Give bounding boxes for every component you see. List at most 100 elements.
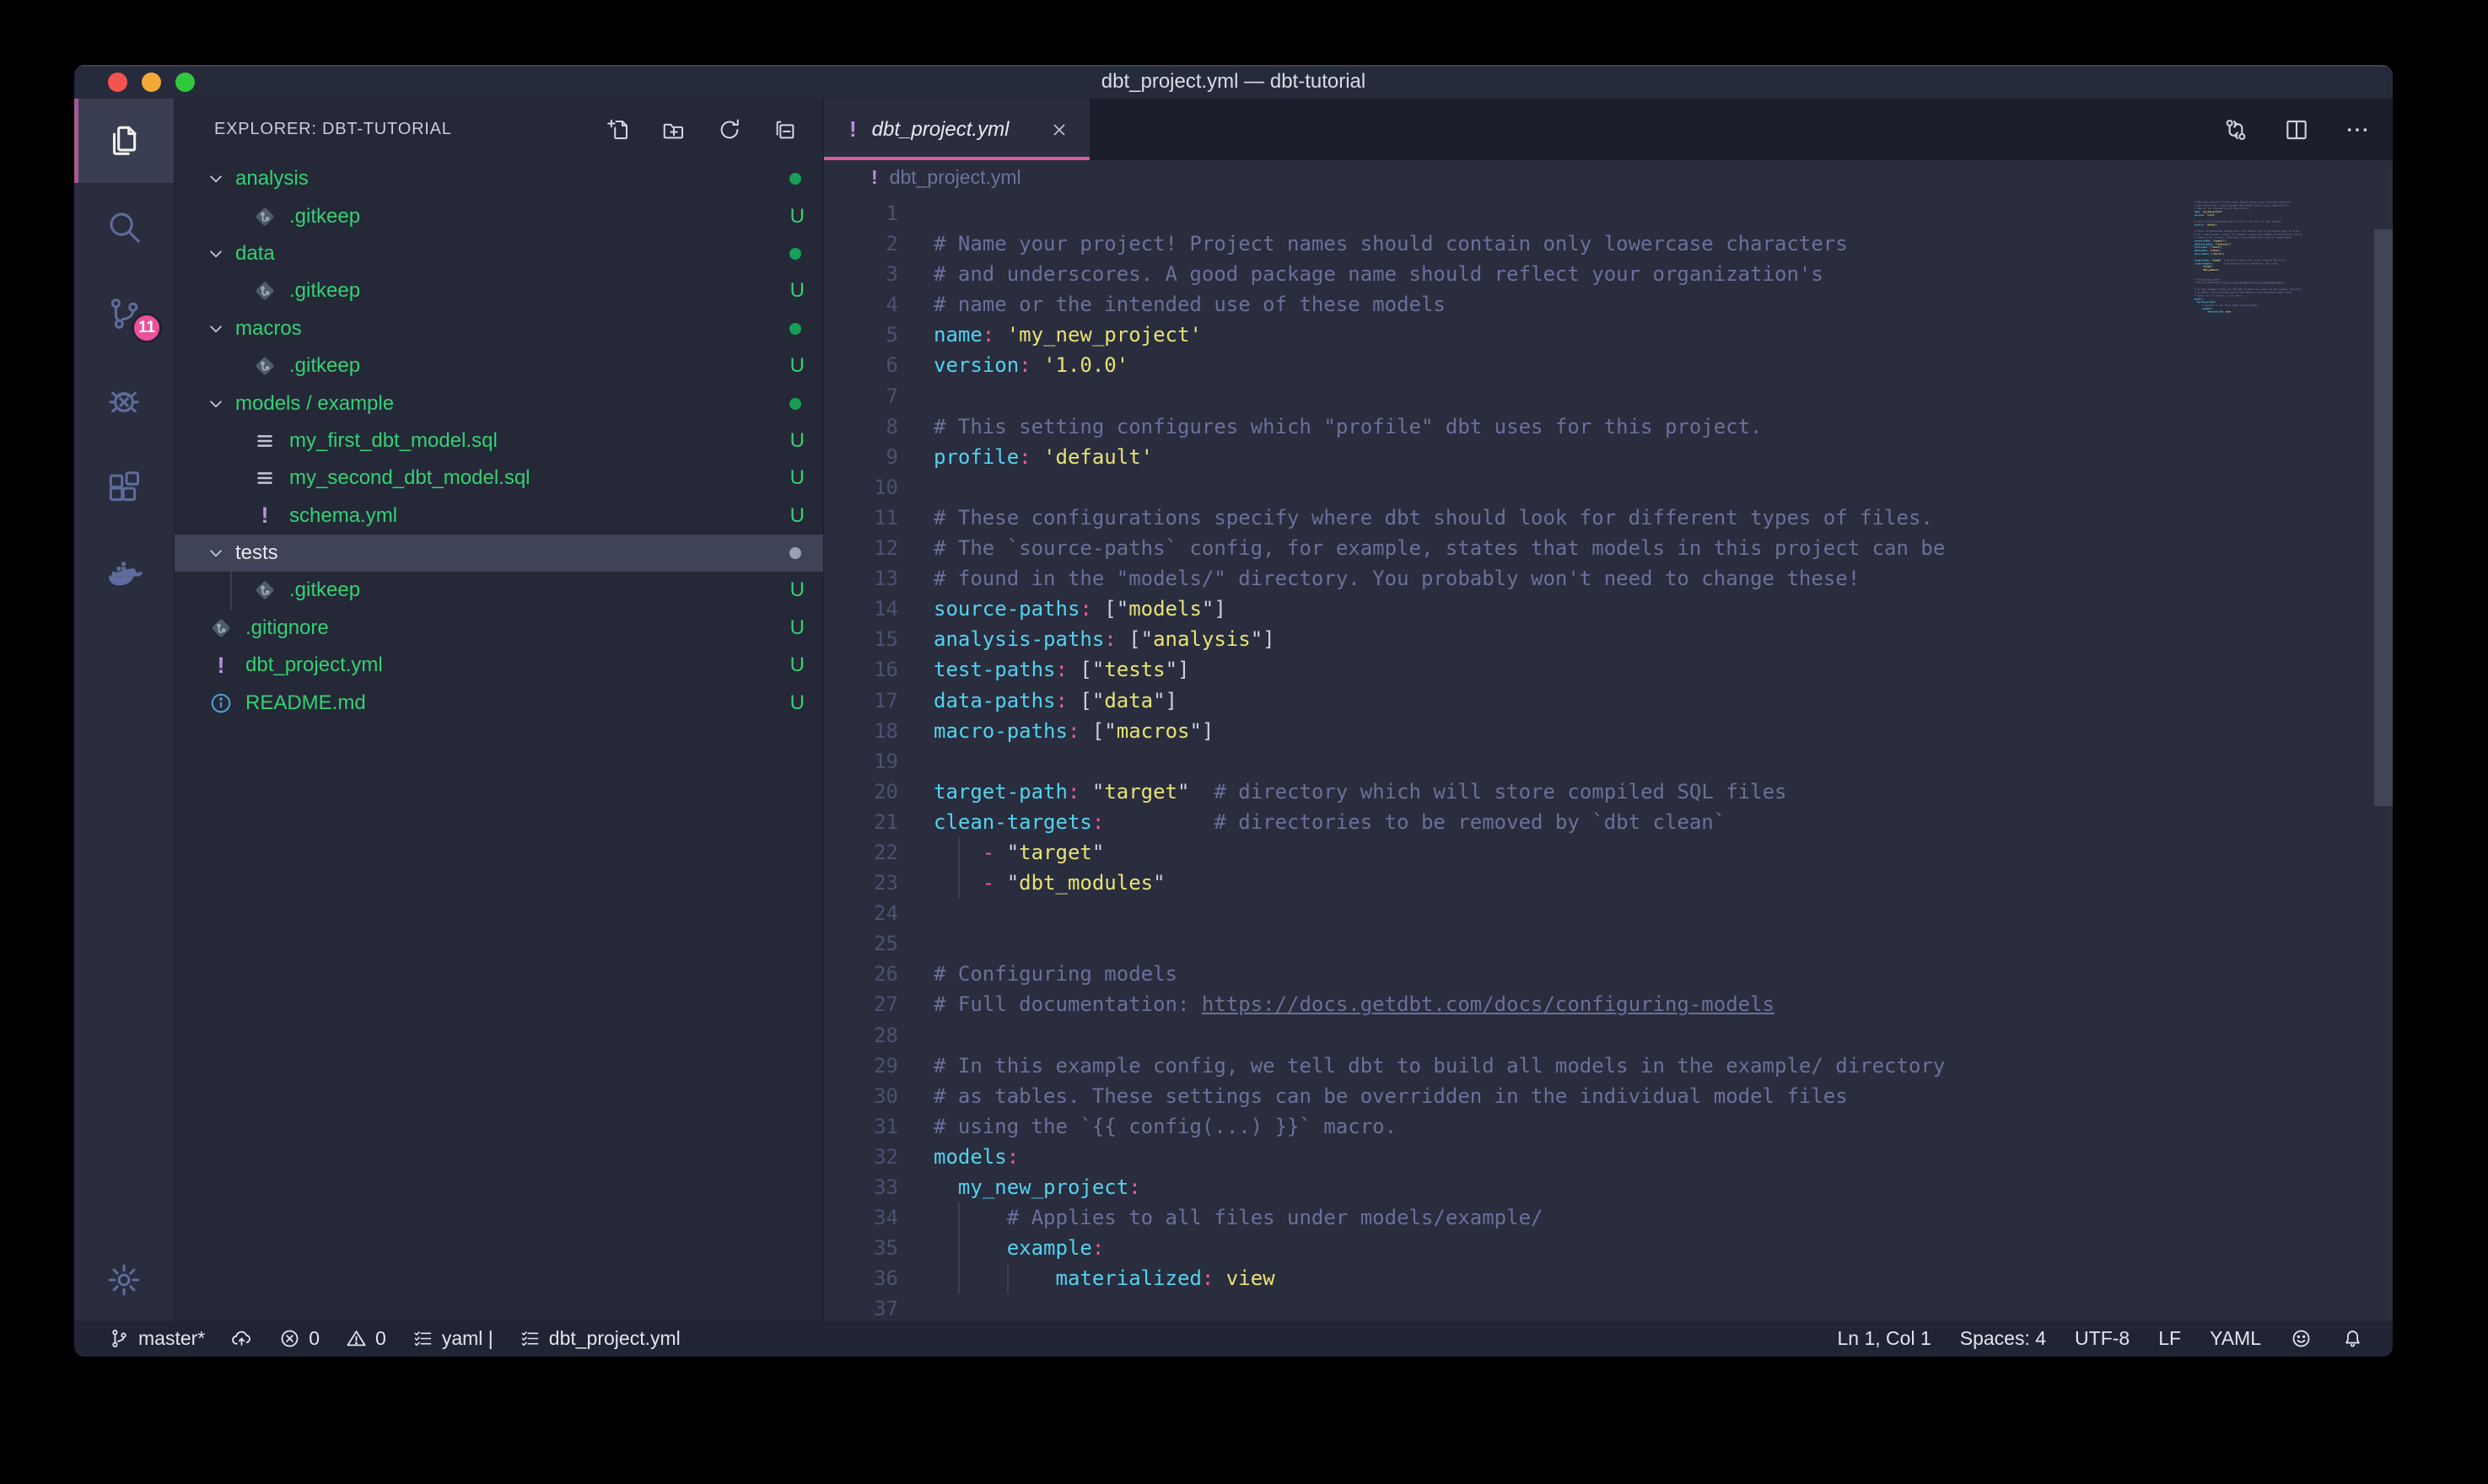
tree-item-schema.yml[interactable]: !schema.ymlU bbox=[175, 497, 823, 535]
tab-dbt-project-yml[interactable]: ! dbt_project.yml bbox=[824, 99, 1090, 160]
tree-item-models-example[interactable]: models / example bbox=[175, 384, 823, 422]
line-number: 37 bbox=[824, 1293, 898, 1320]
code-line-34: 34 # Applies to all files under models/e… bbox=[824, 1202, 2393, 1233]
tree-item-label: .gitkeep bbox=[289, 354, 360, 378]
status-right: Ln 1, Col 1 Spaces: 4 UTF-8 LF YAML bbox=[1838, 1327, 2365, 1350]
tree-item-my-second-dbt-model.sql[interactable]: my_second_dbt_model.sqlU bbox=[175, 460, 823, 497]
line-number: 35 bbox=[824, 1233, 898, 1263]
code-lines: 12 # Name your project! Project names sho… bbox=[824, 198, 2393, 1320]
git-status-dot bbox=[789, 173, 801, 185]
tree-item-tests[interactable]: tests bbox=[175, 535, 823, 572]
refresh-icon[interactable] bbox=[717, 117, 742, 142]
status-encoding[interactable]: UTF-8 bbox=[2075, 1327, 2130, 1350]
tree-item-label: models / example bbox=[235, 392, 394, 416]
tree-item-label: my_first_dbt_model.sql bbox=[289, 429, 498, 453]
tree-item-.gitkeep[interactable]: .gitkeep U bbox=[175, 197, 823, 234]
code-line-3: 3# and underscores. A good package name … bbox=[824, 259, 2393, 289]
tree-item-data[interactable]: data bbox=[175, 235, 823, 272]
chevron-down-icon bbox=[205, 168, 227, 190]
activity-item-explorer[interactable] bbox=[74, 99, 174, 183]
tree-item-readme.md[interactable]: README.mdU bbox=[175, 684, 823, 721]
git-file-icon bbox=[208, 616, 234, 641]
warning-icon bbox=[345, 1327, 368, 1350]
activity-item-docker[interactable] bbox=[74, 530, 174, 617]
line-number: 15 bbox=[824, 624, 898, 654]
status-language-mode-label: YAML bbox=[2210, 1327, 2261, 1350]
status-linter-file[interactable]: dbt_project.yml bbox=[519, 1327, 681, 1350]
line-number: 12 bbox=[824, 533, 898, 563]
tree-item-.gitkeep[interactable]: .gitkeep U bbox=[175, 572, 823, 609]
status-cursor-position[interactable]: Ln 1, Col 1 bbox=[1838, 1327, 1931, 1350]
more-actions-icon[interactable] bbox=[2344, 116, 2371, 143]
line-number: 27 bbox=[824, 989, 898, 1019]
status-linter-yaml[interactable]: yaml | bbox=[412, 1327, 493, 1350]
activity-item-debug[interactable] bbox=[74, 357, 174, 444]
tree-item-analysis[interactable]: analysis bbox=[175, 160, 823, 197]
breadcrumb[interactable]: ! dbt_project.yml bbox=[824, 160, 2393, 194]
code-line-21: 21clean-targets: # directories to be rem… bbox=[824, 807, 2393, 837]
activity-item-search[interactable] bbox=[74, 183, 174, 270]
status-notifications[interactable] bbox=[2341, 1327, 2364, 1350]
tree-item-label: .gitkeep bbox=[289, 578, 360, 602]
status-errors[interactable]: 0 bbox=[278, 1327, 320, 1350]
code-line-13: 13# found in the "models/" directory. Yo… bbox=[824, 563, 2393, 594]
tree-item-.gitkeep[interactable]: .gitkeepU bbox=[175, 347, 823, 384]
split-editor-icon[interactable] bbox=[2283, 116, 2310, 143]
error-icon bbox=[278, 1327, 301, 1350]
vscode-window: dbt_project.yml — dbt-tutorial 11 EXPLOR… bbox=[74, 65, 2393, 1357]
new-file-icon[interactable] bbox=[606, 117, 631, 142]
minimap[interactable]: # Name your project! Project names shoul… bbox=[2195, 197, 2373, 1319]
line-number: 28 bbox=[824, 1020, 898, 1051]
explorer-icon bbox=[105, 121, 143, 160]
tree-item-label: .gitkeep bbox=[289, 205, 360, 229]
status-feedback[interactable] bbox=[2290, 1327, 2313, 1350]
code-line-10: 10 bbox=[824, 472, 2393, 503]
chevron-down-icon bbox=[205, 318, 227, 340]
tree-item-.gitkeep[interactable]: .gitkeepU bbox=[175, 272, 823, 309]
code-line-9: 9profile: 'default' bbox=[824, 442, 2393, 472]
checklist-icon bbox=[519, 1327, 541, 1350]
line-number: 36 bbox=[824, 1263, 898, 1293]
extensions-icon bbox=[105, 468, 143, 507]
line-number: 5 bbox=[824, 320, 898, 350]
status-warnings[interactable]: 0 bbox=[345, 1327, 386, 1350]
vertical-scrollbar[interactable] bbox=[2374, 229, 2393, 806]
explorer-title: EXPLORER: DBT-TUTORIAL bbox=[214, 120, 452, 139]
tree-item-.gitignore[interactable]: .gitignoreU bbox=[175, 610, 823, 647]
collapse-all-icon[interactable] bbox=[773, 117, 798, 142]
activity-item-source-control[interactable]: 11 bbox=[74, 270, 174, 357]
line-number: 31 bbox=[824, 1111, 898, 1142]
tree-item-dbt-project.yml[interactable]: !dbt_project.ymlU bbox=[175, 647, 823, 684]
status-language-mode[interactable]: YAML bbox=[2210, 1327, 2261, 1350]
open-changes-icon[interactable] bbox=[2222, 116, 2249, 143]
settings-icon bbox=[105, 1261, 143, 1299]
tree-item-macros[interactable]: macros bbox=[175, 310, 823, 347]
tree-item-my-first-dbt-model.sql[interactable]: my_first_dbt_model.sqlU bbox=[175, 422, 823, 460]
status-git-branch[interactable]: master* bbox=[108, 1327, 205, 1350]
code-editor[interactable]: 12 # Name your project! Project names sho… bbox=[824, 194, 2393, 1320]
tree-item-label: dbt_project.yml bbox=[245, 653, 383, 677]
activity-item-extensions[interactable] bbox=[74, 444, 174, 530]
line-number: 10 bbox=[824, 472, 898, 503]
breadcrumb-file[interactable]: dbt_project.yml bbox=[890, 166, 1021, 189]
code-line-31: 31# using the `{{ config(...) }}` macro. bbox=[824, 1111, 2393, 1142]
explorer-actions bbox=[606, 117, 798, 142]
line-number: 26 bbox=[824, 959, 898, 989]
yaml-file-icon: ! bbox=[208, 653, 234, 678]
line-number: 19 bbox=[824, 746, 898, 777]
editor-actions bbox=[2222, 99, 2393, 160]
tab-bar: ! dbt_project.yml bbox=[824, 99, 2393, 160]
code-line-22: 22 - "target" bbox=[824, 837, 2393, 868]
status-eol[interactable]: LF bbox=[2158, 1327, 2181, 1350]
status-sync[interactable] bbox=[230, 1327, 253, 1350]
new-folder-icon[interactable] bbox=[661, 117, 687, 142]
smiley-icon bbox=[2290, 1327, 2313, 1350]
activity-item-settings[interactable] bbox=[74, 1239, 174, 1320]
git-untracked-badge: U bbox=[790, 578, 805, 602]
status-indentation[interactable]: Spaces: 4 bbox=[1960, 1327, 2046, 1350]
yaml-warning-icon: ! bbox=[849, 116, 857, 142]
git-status-dot bbox=[789, 547, 801, 559]
git-untracked-badge: U bbox=[790, 205, 805, 229]
close-tab-icon[interactable] bbox=[1049, 120, 1069, 140]
tree-item-label: macros bbox=[235, 317, 302, 341]
